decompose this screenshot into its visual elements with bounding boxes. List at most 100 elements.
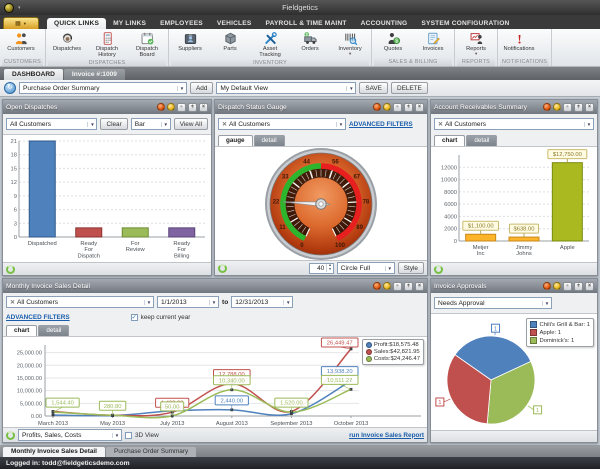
ribbon-tab-employees[interactable]: EMPLOYEES <box>153 18 210 29</box>
run-invoice-sales-report-link[interactable]: run Invoice Sales Report <box>349 432 424 439</box>
ribbon-tab-accounting[interactable]: ACCOUNTING <box>354 18 415 29</box>
refresh-interval-input[interactable]: 40 ▲ ▼ <box>309 262 334 274</box>
tab-dashboard[interactable]: DASHBOARD <box>4 69 63 80</box>
tab-gauge[interactable]: gauge <box>218 135 253 146</box>
close-icon[interactable]: × <box>585 102 594 112</box>
ribbon-button-parts[interactable]: Parts <box>210 30 250 53</box>
collapse-icon[interactable]: ▫ <box>563 281 572 291</box>
ribbon-button-dispatch-history[interactable]: Dispatch History <box>87 30 127 59</box>
style-button[interactable]: Style <box>397 262 424 274</box>
gauge-style-select[interactable]: Circle Full ▼ <box>336 262 395 274</box>
ribbon-button-suppliers[interactable]: Suppliers <box>170 30 210 53</box>
panel-title: Invoice Approvals <box>434 282 487 290</box>
pin-icon[interactable]: + <box>404 102 413 112</box>
ribbon-button-dispatches[interactable]: Dispatches <box>47 30 87 53</box>
tab-detail[interactable]: detail <box>253 135 285 146</box>
advanced-filters-link[interactable]: ADVANCED FILTERS <box>6 314 70 321</box>
ribbon-button-notifications[interactable]: ! Notifications <box>499 30 539 53</box>
date-to-picker[interactable]: 12/31/2013 ▼ <box>231 296 294 308</box>
clear-filter-button[interactable]: Clear <box>100 118 128 130</box>
export-icon[interactable] <box>553 282 561 290</box>
tab-chart[interactable]: chart <box>6 325 38 336</box>
refresh-icon[interactable] <box>373 103 381 111</box>
date-from-picker[interactable]: 1/1/2013 ▼ <box>157 296 219 308</box>
ribbon-button-orders[interactable]: $ Orders <box>290 30 330 53</box>
ribbon-button-quotes[interactable]: $ Quotes <box>373 30 413 53</box>
close-icon[interactable]: × <box>415 281 424 291</box>
pin-icon[interactable]: + <box>404 281 413 291</box>
close-icon[interactable]: × <box>585 281 594 291</box>
svg-text:15,000.00: 15,000.00 <box>17 376 42 382</box>
auto-refresh-icon[interactable] <box>6 264 15 274</box>
spinner-arrows-icon[interactable]: ▲ ▼ <box>326 263 333 272</box>
clear-filter-icon[interactable]: ✕ <box>438 121 443 128</box>
collapse-icon[interactable]: ▫ <box>393 281 402 291</box>
ribbon-tab-payroll-time-maint[interactable]: PAYROLL & TIME MAINT <box>258 18 353 29</box>
default-view-select[interactable]: My Default View ▼ <box>216 82 357 94</box>
save-view-button[interactable]: SAVE <box>359 82 388 94</box>
date-from-value: 1/1/2013 <box>161 298 187 306</box>
collapse-icon[interactable]: ▫ <box>563 102 572 112</box>
dispatch-history-icon <box>100 31 115 46</box>
export-icon[interactable] <box>167 103 175 111</box>
panel-header[interactable]: Invoice Approvals ▫ + × <box>431 279 597 293</box>
refresh-icon[interactable] <box>543 103 551 111</box>
ribbon-tab-system-configuration[interactable]: SYSTEM CONFIGURATION <box>414 18 516 29</box>
auto-refresh-icon[interactable] <box>6 430 15 440</box>
collapse-icon[interactable]: ▫ <box>393 102 402 112</box>
refresh-icon[interactable] <box>543 282 551 290</box>
customer-filter-select[interactable]: ✕ All Customers ▼ <box>6 296 154 308</box>
tab-detail[interactable]: detail <box>38 325 70 336</box>
collapse-icon[interactable]: ▫ <box>177 102 186 112</box>
tab-invoice-1009[interactable]: Invoice #:1009 <box>63 69 125 80</box>
refresh-dashboard-icon[interactable]: ↻ <box>4 82 16 94</box>
ribbon-button-customers[interactable]: Customers <box>1 30 41 53</box>
tab-detail[interactable]: detail <box>466 135 498 146</box>
tab-chart[interactable]: chart <box>434 135 466 146</box>
bottom-tab-purchase-order-summary[interactable]: Purchase Order Summary <box>105 447 197 457</box>
panel-header[interactable]: Dispatch Status Gauge ▫ + × <box>215 100 427 114</box>
view-all-button[interactable]: View All <box>173 118 208 130</box>
threed-view-checkbox[interactable] <box>125 431 132 439</box>
delete-view-button[interactable]: DELETE <box>390 82 428 94</box>
ribbon-tab-my-links[interactable]: MY LINKS <box>106 18 153 29</box>
refresh-icon[interactable] <box>373 282 381 290</box>
customer-filter-select[interactable]: All Customers ▼ <box>6 118 98 130</box>
close-icon[interactable]: × <box>415 102 424 112</box>
bottom-tab-monthly-invoice-sales-detail[interactable]: Monthly Invoice Sales Detail <box>3 447 105 457</box>
close-icon[interactable]: × <box>199 102 208 112</box>
ribbon-tab-quick-links[interactable]: QUICK LINKS <box>47 18 107 29</box>
date-range-to-label: to <box>222 298 229 306</box>
pin-icon[interactable]: + <box>188 102 197 112</box>
advanced-filters-link[interactable]: ADVANCED FILTERS <box>349 121 413 128</box>
refresh-icon[interactable] <box>157 103 165 111</box>
ribbon-button-invoices[interactable]: Invoices <box>413 30 453 53</box>
clear-filter-icon[interactable]: ✕ <box>10 299 15 306</box>
ribbon-button-asset-tracking[interactable]: Asset Tracking <box>250 30 290 59</box>
dashboard-view-select[interactable]: Purchase Order Summary ▼ <box>19 82 187 94</box>
export-icon[interactable] <box>383 282 391 290</box>
customer-filter-select[interactable]: ✕ All Customers ▼ <box>218 118 346 130</box>
panel-header[interactable]: Account Receivables Summary ▫ + × <box>431 100 597 114</box>
add-view-button[interactable]: Add <box>190 82 214 94</box>
approval-status-select[interactable]: Needs Approval ▼ <box>434 297 552 309</box>
panel-header[interactable]: Open Dispatches ▫ + × <box>3 100 211 114</box>
ribbon-button-dispatch-board[interactable]: Dispatch Board <box>127 30 167 59</box>
pin-icon[interactable]: + <box>574 102 583 112</box>
chart-type-select[interactable]: Bar ▼ <box>130 118 171 130</box>
series-select[interactable]: Profits, Sales, Costs ▼ <box>18 429 122 441</box>
customer-filter-select[interactable]: ✕ All Customers ▼ <box>434 118 594 130</box>
panel-header[interactable]: Monthly Invoice Sales Detail ▫ + × <box>3 279 427 293</box>
app-menu-button[interactable]: ▦ ▼ <box>3 17 39 29</box>
clear-filter-icon[interactable]: ✕ <box>222 121 227 128</box>
pin-icon[interactable]: + <box>574 281 583 291</box>
auto-refresh-icon[interactable] <box>218 263 227 273</box>
export-icon[interactable] <box>383 103 391 111</box>
panel-footer <box>431 262 597 275</box>
export-icon[interactable] <box>553 103 561 111</box>
ribbon-button-inventory[interactable]: Inventory ▼ <box>330 30 370 57</box>
ribbon-tab-vehicles[interactable]: VEHICLES <box>210 18 259 29</box>
auto-refresh-icon[interactable] <box>434 264 443 274</box>
ribbon-button-reports[interactable]: Reports ▼ <box>456 30 496 57</box>
keep-current-year-checkbox[interactable]: ✓ <box>130 314 138 321</box>
